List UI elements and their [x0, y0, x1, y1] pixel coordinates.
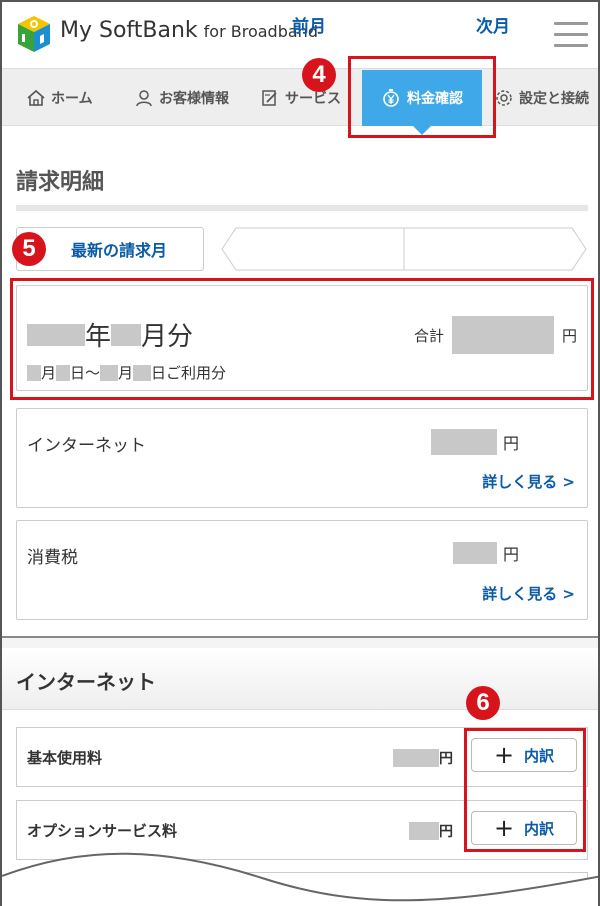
nav-label-account: お客様情報	[159, 91, 229, 107]
hamburger-menu-icon[interactable]	[554, 22, 588, 48]
step-badge-5: 5	[12, 232, 46, 266]
title-underline	[16, 205, 588, 211]
highlight-box-6	[464, 728, 586, 852]
highlight-box-5	[10, 278, 594, 400]
screenshot-frame: My SoftBank for Broadband ホーム お客様情報 サービス …	[0, 0, 600, 906]
brand-name: My SoftBank	[60, 18, 198, 43]
charge-item-yen: 円	[502, 545, 519, 564]
charge-item-amount: 円	[430, 429, 519, 455]
edit-icon	[262, 90, 277, 106]
row-yen: 円	[439, 751, 453, 767]
nav-item-home[interactable]: ホーム	[26, 69, 93, 127]
softbank-logo-icon	[18, 16, 50, 52]
redacted-amount	[452, 542, 497, 564]
section-title: インターネット	[16, 670, 156, 694]
row-amount: 円	[393, 748, 453, 768]
row-label: 基本使用料	[27, 749, 103, 767]
nav-label-home: ホーム	[51, 91, 93, 107]
see-details-link[interactable]: 詳しく見る >	[482, 583, 575, 604]
redacted-amount	[430, 429, 497, 455]
charge-item-name: 消費税	[27, 548, 78, 568]
charge-item-name: インターネット	[27, 436, 146, 456]
month-nav-tabs	[221, 227, 587, 271]
section-header: インターネット	[2, 648, 598, 710]
nav-item-settings[interactable]: 設定と接続	[494, 69, 589, 127]
charge-item-tax: 消費税 円 詳しく見る >	[16, 520, 588, 620]
step-badge-6: 6	[466, 686, 500, 720]
charge-item-amount: 円	[452, 541, 519, 565]
home-icon	[27, 89, 45, 106]
brand-title: My SoftBank for Broadband	[60, 18, 318, 43]
see-details-link[interactable]: 詳しく見る >	[482, 471, 575, 492]
highlight-box-4	[348, 56, 496, 138]
page-title: 請求明細	[16, 170, 105, 195]
user-icon	[136, 90, 152, 107]
tab-prev-month[interactable]: 前月	[292, 12, 326, 37]
nav-label-settings: 設定と接続	[519, 91, 589, 107]
tab-next-month[interactable]: 次月	[476, 12, 510, 37]
step-badge-4: 4	[302, 58, 336, 92]
gear-icon	[496, 90, 512, 106]
redacted-amount	[393, 749, 439, 767]
charge-item-internet: インターネット 円 詳しく見る >	[16, 408, 588, 508]
section-divider	[2, 636, 598, 648]
charge-item-yen: 円	[502, 434, 519, 453]
tab-latest-label: 最新の請求月	[70, 241, 167, 260]
torn-edge	[2, 852, 598, 906]
nav-item-account[interactable]: お客様情報	[134, 69, 229, 127]
main-nav: ホーム お客様情報 サービス 設定と接続	[2, 68, 598, 127]
